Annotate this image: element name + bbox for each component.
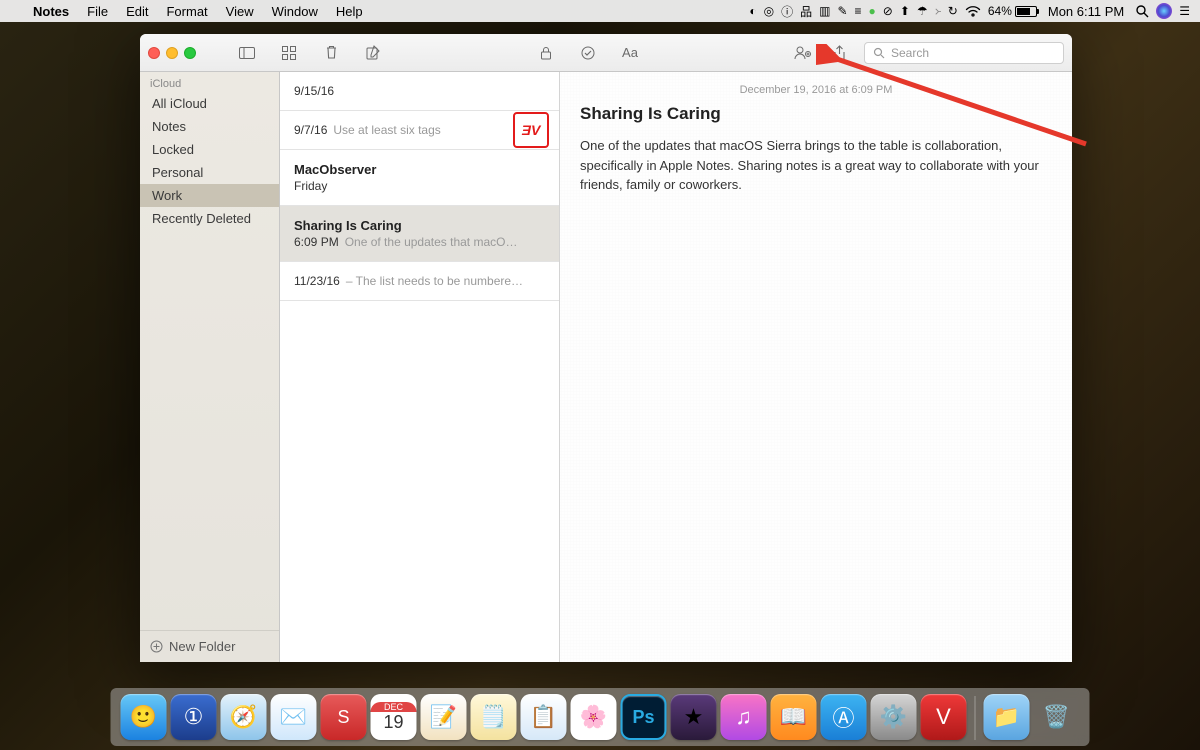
menubar-extra-7[interactable]: ≡: [855, 4, 862, 18]
menubar-extra-10[interactable]: ⬆: [900, 4, 910, 18]
notification-center-icon[interactable]: ☰: [1179, 4, 1190, 18]
dock-appstore[interactable]: Ⓐ: [821, 694, 867, 740]
titlebar: Aa Search: [140, 34, 1072, 72]
dock-photos[interactable]: 🌸: [571, 694, 617, 740]
dock-imovie[interactable]: ★: [671, 694, 717, 740]
lock-icon[interactable]: [535, 42, 557, 64]
dock-mail[interactable]: ✉️: [271, 694, 317, 740]
dock-things[interactable]: 📋: [521, 694, 567, 740]
menubar-extra-5[interactable]: ▥: [819, 4, 830, 18]
clock[interactable]: Mon 6:11 PM: [1048, 4, 1124, 19]
dock-trash[interactable]: 🗑️: [1034, 694, 1080, 740]
note-body: One of the updates that macOS Sierra bri…: [580, 136, 1052, 195]
window-zoom[interactable]: [184, 47, 196, 59]
battery-percent: 64%: [988, 4, 1012, 18]
dock-reminders[interactable]: 📝: [421, 694, 467, 740]
share-icon[interactable]: [828, 42, 850, 64]
grid-view-icon[interactable]: [278, 42, 300, 64]
menu-view[interactable]: View: [217, 4, 263, 19]
menubar: Notes File Edit Format View Window Help …: [0, 0, 1200, 22]
sidebar-item-personal[interactable]: Personal: [140, 161, 279, 184]
spotlight-icon[interactable]: [1135, 4, 1149, 18]
dock-finder[interactable]: 🙂: [121, 694, 167, 740]
sidebar-item-work[interactable]: Work: [140, 184, 279, 207]
new-folder-button[interactable]: New Folder: [140, 630, 279, 662]
battery-icon: [1015, 6, 1037, 17]
dock-downloads[interactable]: 📁: [984, 694, 1030, 740]
note-date: December 19, 2016 at 6:09 PM: [580, 84, 1052, 96]
menubar-extra-8[interactable]: ●: [869, 4, 876, 18]
dock-notes[interactable]: 🗒️: [471, 694, 517, 740]
dock: 🙂 ① 🧭 ✉️ S DEC19 📝 🗒️ 📋 🌸 Ps ★ ♫ 📖 Ⓐ ⚙️ …: [111, 688, 1090, 746]
new-folder-label: New Folder: [169, 639, 235, 654]
note-list-item[interactable]: MacObserver Friday: [280, 150, 559, 206]
menu-file[interactable]: File: [78, 4, 117, 19]
note-list-item[interactable]: 11/23/16– The list needs to be numbere…: [280, 262, 559, 301]
battery-status[interactable]: 64%: [988, 4, 1037, 18]
dock-1password[interactable]: ①: [171, 694, 217, 740]
menu-format[interactable]: Format: [157, 4, 216, 19]
note-title: Sharing Is Caring: [580, 104, 1052, 124]
menubar-extra-6[interactable]: ✎: [837, 4, 847, 18]
menubar-extra-9[interactable]: ⊘: [883, 4, 893, 18]
sidebar-item-locked[interactable]: Locked: [140, 138, 279, 161]
sidebar-item-all-icloud[interactable]: All iCloud: [140, 92, 279, 115]
notes-window: Aa Search iCloud All iCloud Notes Locked…: [140, 34, 1072, 662]
menubar-extra-2[interactable]: ◎: [764, 4, 774, 18]
compose-icon[interactable]: [362, 42, 384, 64]
search-icon: [873, 47, 885, 59]
menubar-extra-1[interactable]: ◐: [749, 4, 756, 18]
dock-settings[interactable]: ⚙️: [871, 694, 917, 740]
menubar-extra-3[interactable]: ⓘ: [781, 3, 793, 20]
folder-sidebar: iCloud All iCloud Notes Locked Personal …: [140, 72, 280, 662]
dock-safari[interactable]: 🧭: [221, 694, 267, 740]
note-editor[interactable]: December 19, 2016 at 6:09 PM Sharing Is …: [560, 72, 1072, 662]
sidebar-item-recently-deleted[interactable]: Recently Deleted: [140, 207, 279, 230]
bluetooth-icon[interactable]: ᚛: [935, 4, 941, 18]
dock-photoshop[interactable]: Ps: [621, 694, 667, 740]
app-menu[interactable]: Notes: [24, 4, 78, 19]
window-close[interactable]: [148, 47, 160, 59]
dock-fantastical[interactable]: S: [321, 694, 367, 740]
sidebar-toggle-icon[interactable]: [236, 42, 258, 64]
format-icon[interactable]: Aa: [619, 42, 641, 64]
plus-circle-icon: [150, 640, 163, 653]
trash-icon[interactable]: [320, 42, 342, 64]
menu-window[interactable]: Window: [263, 4, 327, 19]
dock-separator: [975, 696, 976, 740]
search-input[interactable]: Search: [864, 42, 1064, 64]
window-minimize[interactable]: [166, 47, 178, 59]
timemachine-icon[interactable]: ↻: [948, 4, 958, 18]
menu-edit[interactable]: Edit: [117, 4, 157, 19]
dock-vivaldi[interactable]: V: [921, 694, 967, 740]
siri-icon[interactable]: [1156, 3, 1172, 19]
dock-itunes[interactable]: ♫: [721, 694, 767, 740]
menu-help[interactable]: Help: [327, 4, 372, 19]
wifi-icon[interactable]: [965, 6, 981, 17]
note-list-item[interactable]: 9/15/16: [280, 72, 559, 111]
dock-books[interactable]: 📖: [771, 694, 817, 740]
note-thumbnail: ƎV: [513, 112, 549, 148]
sidebar-item-notes[interactable]: Notes: [140, 115, 279, 138]
note-list: 9/15/16 9/7/16Use at least six tags ƎV M…: [280, 72, 560, 662]
note-list-item[interactable]: 9/7/16Use at least six tags ƎV: [280, 111, 559, 150]
collaborate-icon[interactable]: [792, 42, 814, 64]
checklist-icon[interactable]: [577, 42, 599, 64]
dock-calendar[interactable]: DEC19: [371, 694, 417, 740]
note-list-item[interactable]: Sharing Is Caring 6:09 PMOne of the upda…: [280, 206, 559, 262]
menubar-extra-11[interactable]: ☂: [917, 4, 928, 18]
sidebar-header: iCloud: [140, 72, 279, 92]
search-placeholder: Search: [891, 46, 929, 60]
menubar-extra-4[interactable]: 品: [800, 3, 812, 20]
